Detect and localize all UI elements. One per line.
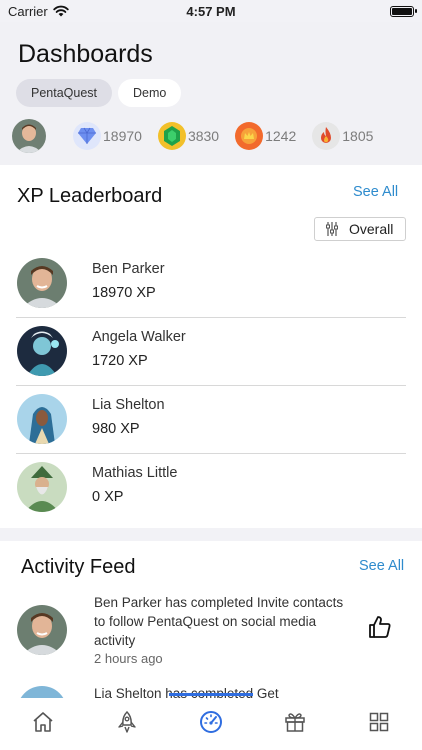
player-xp: 980 XP: [92, 421, 140, 437]
player-xp: 1720 XP: [92, 353, 148, 369]
dashboard-gauge-icon: [200, 711, 222, 733]
avatar: [17, 326, 67, 376]
stat-emerald[interactable]: 3830: [157, 122, 220, 150]
crown-value: 1242: [265, 128, 297, 144]
bottom-tab-bar: [0, 693, 422, 750]
diamond-icon: [73, 122, 101, 150]
leaderboard-row[interactable]: Angela Walker 1720 XP: [0, 317, 422, 385]
emerald-value: 3830: [187, 128, 220, 144]
sliders-icon: [326, 222, 338, 236]
overall-filter-label: Overall: [349, 221, 394, 237]
tab-demo[interactable]: Demo: [118, 79, 182, 107]
tab-dashboards[interactable]: [198, 709, 224, 735]
stats-row: 18970 3830 1242 1805: [12, 119, 389, 153]
player-xp: 18970 XP: [92, 285, 156, 301]
dashboard-tabs: PentaQuest Demo: [16, 79, 182, 107]
leaderboard-row[interactable]: Mathias Little 0 XP: [0, 453, 422, 521]
activity-feed-see-all-link[interactable]: See All: [359, 558, 404, 574]
dashboards-header: Dashboards PentaQuest Demo 18970 3830 12…: [0, 22, 422, 165]
gift-icon: [285, 713, 305, 732]
active-tab-indicator: [169, 693, 253, 696]
player-name: Angela Walker: [92, 329, 186, 345]
grid-icon: [369, 712, 389, 732]
feed-item-time: 2 hours ago: [94, 651, 163, 666]
player-xp: 0 XP: [92, 489, 124, 505]
status-bar: Carrier 4:57 PM: [0, 0, 422, 22]
player-name: Lia Shelton: [92, 397, 165, 413]
crown-coin-icon: [235, 122, 264, 150]
avatar: [17, 258, 67, 308]
diamond-value: 18970: [103, 128, 142, 144]
carrier-label: Carrier: [8, 3, 48, 19]
flame-value: 1805: [342, 128, 374, 144]
leaderboard-list: Ben Parker 18970 XP Angela Walker 1720 X…: [0, 249, 422, 521]
leaderboard-row[interactable]: Lia Shelton 980 XP: [0, 385, 422, 453]
activity-feed-title: Activity Feed: [21, 556, 136, 578]
stat-diamond[interactable]: 18970: [73, 122, 142, 150]
feed-item-partial[interactable]: Lia Shelton has completed Get: [17, 686, 317, 698]
overall-filter-button[interactable]: Overall: [314, 217, 406, 241]
player-name: Ben Parker: [92, 261, 165, 277]
home-icon: [33, 712, 53, 732]
feed-item-text: Lia Shelton has completed Get: [94, 686, 279, 698]
tab-more[interactable]: [366, 709, 392, 735]
leaderboard-title: XP Leaderboard: [17, 185, 163, 207]
feed-item-text: Ben Parker has completed Invite contacts…: [94, 595, 344, 648]
xp-leaderboard-card: XP Leaderboard See All Overall Ben Parke…: [0, 165, 422, 528]
page-title: Dashboards: [18, 40, 153, 68]
user-avatar[interactable]: [12, 119, 46, 153]
avatar: [17, 462, 67, 512]
tab-rewards[interactable]: [282, 709, 308, 735]
leaderboard-see-all-link[interactable]: See All: [353, 184, 398, 200]
stat-crown[interactable]: 1242: [235, 122, 296, 150]
stat-flame[interactable]: 1805: [312, 122, 373, 150]
activity-feed-card: Activity Feed See All Ben Parker has com…: [0, 541, 422, 699]
feed-item[interactable]: Ben Parker has completed Invite contacts…: [0, 593, 422, 673]
wifi-icon: [53, 5, 69, 17]
tab-home[interactable]: [30, 709, 56, 735]
tab-missions[interactable]: [114, 709, 140, 735]
leaderboard-row[interactable]: Ben Parker 18970 XP: [0, 249, 422, 317]
battery-icon: [390, 5, 417, 17]
player-name: Mathias Little: [92, 465, 178, 481]
tab-pentaquest[interactable]: PentaQuest: [16, 79, 113, 107]
avatar: [17, 394, 67, 444]
avatar: [17, 686, 67, 698]
rocket-icon: [118, 711, 136, 733]
flame-icon: [312, 122, 341, 150]
thumbs-up-icon[interactable]: [368, 615, 392, 639]
avatar: [17, 605, 67, 655]
emerald-gem-icon: [157, 122, 186, 150]
